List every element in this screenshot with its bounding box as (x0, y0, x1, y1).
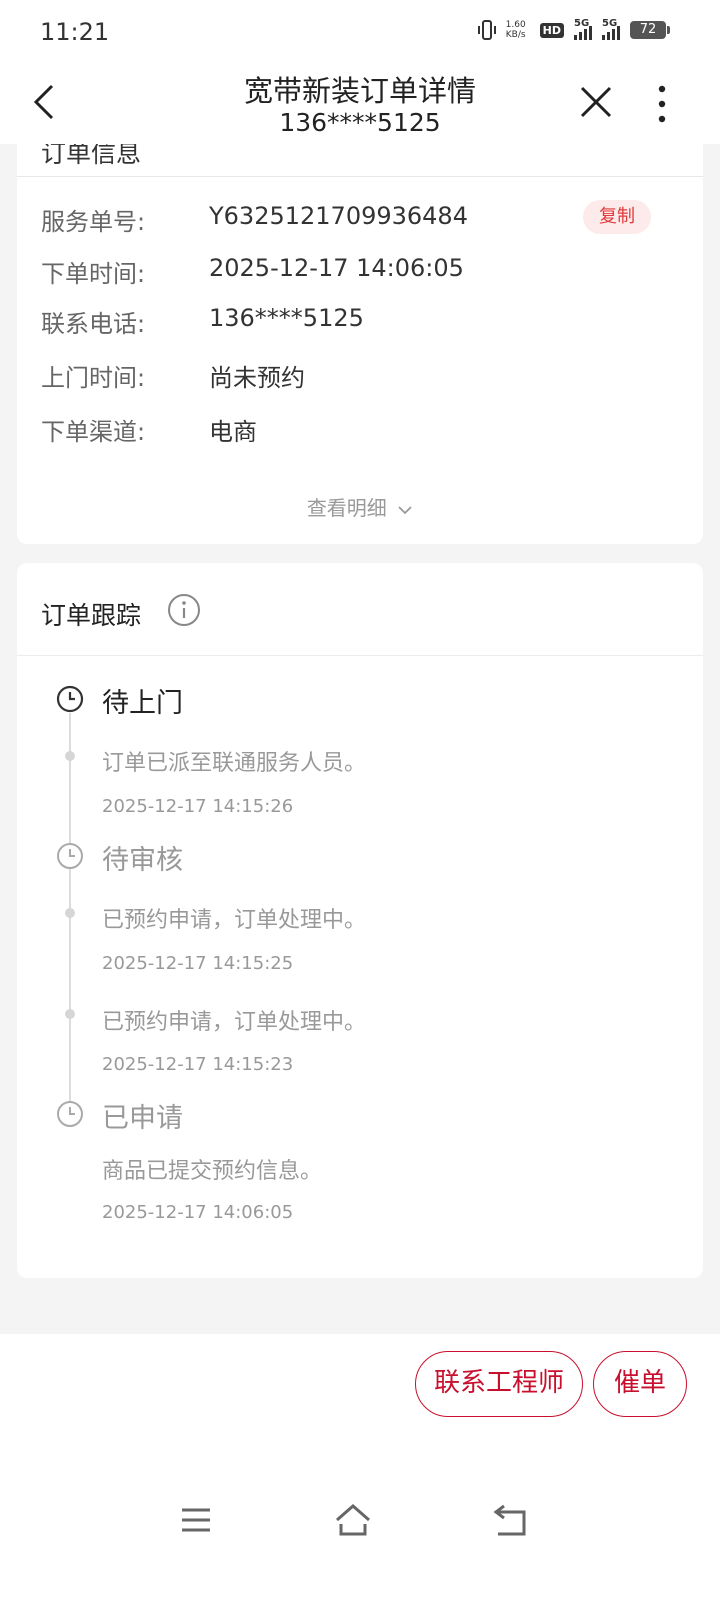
timeline-dot (65, 908, 75, 918)
timeline-desc: 商品已提交预约信息。 (102, 1159, 323, 1184)
info-label: 下单时间: (41, 260, 146, 288)
info-row-channel: 下单渠道: 电商 (41, 412, 681, 446)
info-value: Y6325121709936484 (209, 202, 468, 230)
order-tracking-card: 订单跟踪 待上门 订单已派至联通服务人员。 2025-12-17 14:15:2… (17, 563, 703, 1278)
more-vertical-icon[interactable] (652, 84, 672, 124)
return-icon[interactable] (490, 1500, 530, 1540)
info-label: 下单渠道: (41, 418, 146, 446)
divider (17, 176, 703, 177)
timeline-time: 2025-12-17 14:15:23 (102, 1054, 294, 1075)
signal-icon-sim2: 5G (602, 18, 620, 40)
timeline-time: 2025-12-17 14:06:05 (102, 1202, 294, 1223)
urge-order-button[interactable]: 催单 (593, 1351, 687, 1417)
info-value: 2025-12-17 14:06:05 (209, 254, 464, 282)
clock-icon (57, 1101, 83, 1127)
contact-engineer-button[interactable]: 联系工程师 (415, 1351, 583, 1417)
timeline-desc: 已预约申请，订单处理中。 (102, 1010, 367, 1035)
home-icon[interactable] (333, 1500, 373, 1540)
timeline-time: 2025-12-17 14:15:25 (102, 953, 294, 974)
status-time: 11:21 (40, 18, 110, 46)
timeline-dot (65, 1009, 75, 1019)
hd-icon: HD (539, 22, 564, 38)
info-label: 上门时间: (41, 364, 146, 392)
view-details-label: 查看明细 (306, 496, 387, 520)
nav-bar: 宽带新装订单详情 136****5125 (0, 62, 720, 144)
view-details-toggle[interactable]: 查看明细 (17, 492, 703, 521)
order-info-card: 订单信息 服务单号: Y6325121709936484 复制 下单时间: 20… (17, 144, 703, 544)
divider (17, 655, 703, 656)
status-icons: 1.60 KB/s HD 5G 5G 72 (477, 18, 670, 40)
status-bar: 11:21 1.60 KB/s HD 5G 5G 72 (0, 0, 720, 62)
signal-icon-sim1: 5G (574, 18, 592, 40)
timeline-status: 待上门 (102, 688, 183, 719)
menu-icon[interactable] (176, 1500, 216, 1540)
copy-button[interactable]: 复制 (583, 200, 651, 234)
timeline-desc: 已预约申请，订单处理中。 (102, 908, 367, 933)
timeline-time: 2025-12-17 14:15:26 (102, 796, 294, 817)
vibrate-icon (477, 20, 496, 40)
clock-icon (57, 843, 83, 869)
info-value: 136****5125 (209, 304, 364, 332)
tracking-title: 订单跟踪 (41, 601, 142, 630)
timeline-status: 已申请 (102, 1103, 183, 1134)
clock-icon (56, 685, 84, 713)
timeline-dot (65, 751, 75, 761)
info-row-phone: 联系电话: 136****5125 (41, 304, 681, 338)
chevron-down-icon (398, 505, 412, 514)
bottom-action-bar: 联系工程师 催单 (0, 1334, 720, 1600)
close-icon[interactable] (578, 84, 614, 120)
battery-icon: 72 (630, 21, 670, 39)
info-value: 电商 (209, 418, 257, 446)
info-label: 服务单号: (41, 208, 146, 236)
timeline-desc: 订单已派至联通服务人员。 (102, 751, 367, 776)
info-row-visit-time: 上门时间: 尚未预约 (41, 358, 681, 392)
info-label: 联系电话: (41, 310, 146, 338)
order-info-header: 订单信息 (41, 144, 142, 168)
info-row-order-time: 下单时间: 2025-12-17 14:06:05 (41, 254, 681, 288)
info-icon[interactable] (167, 593, 201, 627)
timeline-status: 待审核 (102, 845, 183, 876)
info-value: 尚未预约 (209, 364, 305, 392)
network-speed: 1.60 KB/s (505, 20, 526, 40)
